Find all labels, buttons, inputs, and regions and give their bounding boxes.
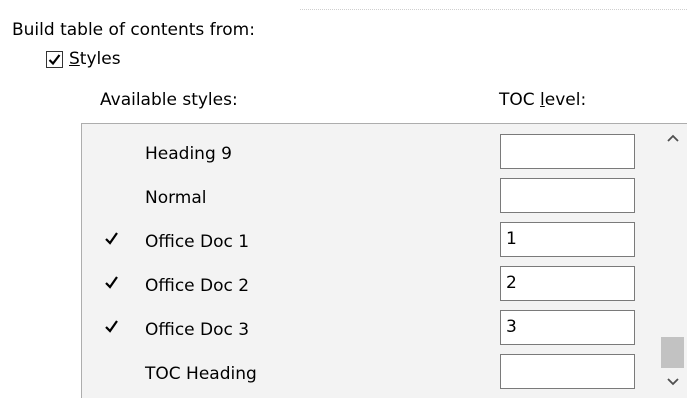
style-name: Normal xyxy=(145,188,207,208)
style-name: Office Doc 2 xyxy=(145,276,250,296)
style-name: Heading 9 xyxy=(145,144,232,164)
style-name: Office Doc 3 xyxy=(145,320,250,340)
available-styles-header: Available styles: xyxy=(100,90,238,110)
list-item[interactable]: TOC Heading xyxy=(82,354,657,398)
styles-list[interactable]: Heading 9 Normal Office Doc 1 1 Office D… xyxy=(81,123,687,398)
toc-level-input[interactable] xyxy=(500,134,635,169)
toc-level-input[interactable]: 2 xyxy=(500,266,635,301)
list-item[interactable]: Office Doc 1 1 xyxy=(82,222,657,266)
styles-checkbox[interactable] xyxy=(46,50,63,68)
check-icon xyxy=(48,53,61,65)
styles-label-rest: tyles xyxy=(79,49,121,69)
check-icon xyxy=(105,276,118,289)
list-item[interactable]: Office Doc 3 3 xyxy=(82,310,657,354)
check-icon xyxy=(105,232,118,245)
styles-label: Styles xyxy=(69,49,121,69)
toc-level-header: TOC level: xyxy=(499,90,586,110)
section-title: Build table of contents from: xyxy=(12,20,255,40)
toc-level-header-pre: TOC xyxy=(499,90,541,110)
scroll-up-button[interactable] xyxy=(657,128,687,148)
chevron-up-icon xyxy=(666,134,679,142)
vertical-scrollbar[interactable] xyxy=(657,124,687,398)
toc-level-input[interactable]: 3 xyxy=(500,310,635,345)
styles-option[interactable]: Styles xyxy=(46,49,121,69)
toc-level-input[interactable] xyxy=(500,178,635,213)
style-name: TOC Heading xyxy=(145,364,257,384)
toc-level-input[interactable] xyxy=(500,354,635,389)
scroll-down-button[interactable] xyxy=(657,372,687,392)
separator-line xyxy=(300,9,687,10)
style-name: Office Doc 1 xyxy=(145,232,250,252)
chevron-down-icon xyxy=(666,378,679,386)
toc-level-input[interactable]: 1 xyxy=(500,222,635,257)
list-item[interactable]: Heading 9 xyxy=(82,134,657,178)
toc-level-header-post: evel: xyxy=(544,90,587,110)
list-item[interactable]: Normal xyxy=(82,178,657,222)
styles-label-accel: S xyxy=(69,49,80,69)
check-icon xyxy=(105,320,118,333)
scroll-thumb[interactable] xyxy=(661,337,684,368)
list-item[interactable]: Office Doc 2 2 xyxy=(82,266,657,310)
